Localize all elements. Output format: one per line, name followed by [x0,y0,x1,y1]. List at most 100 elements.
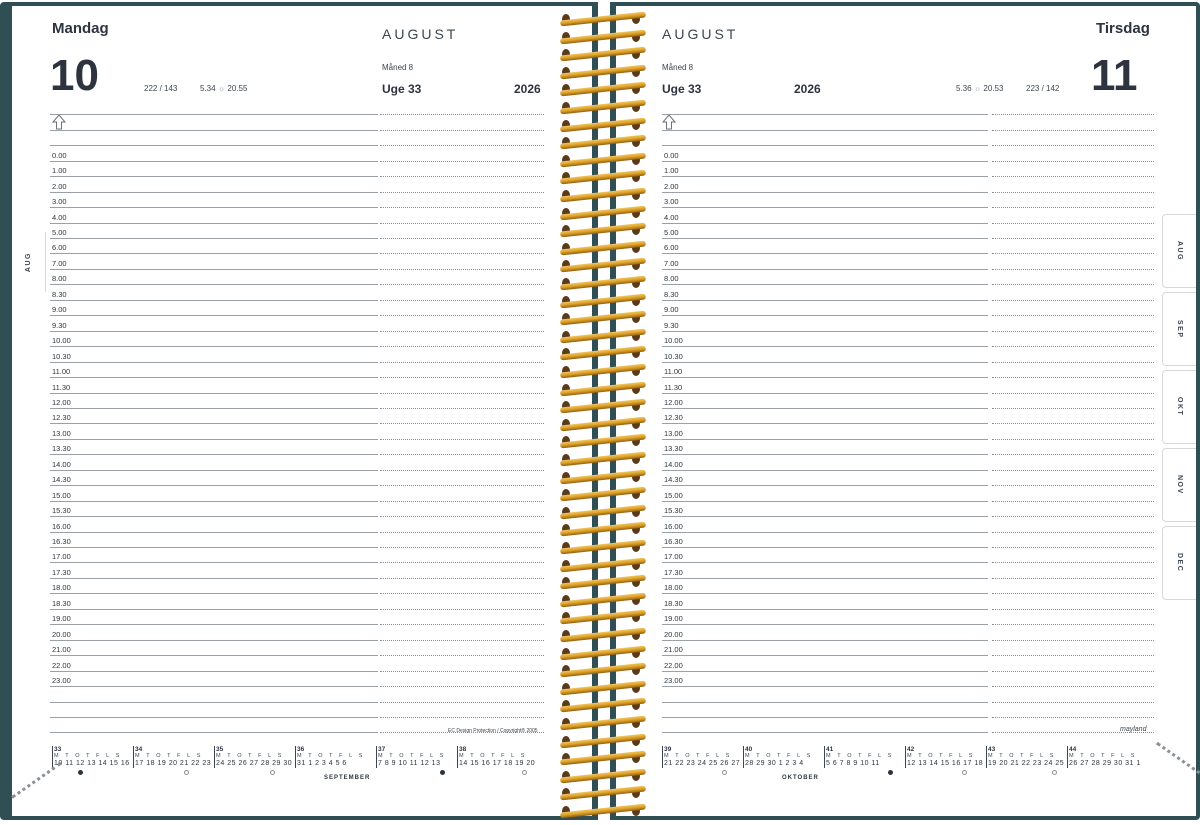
note-line[interactable] [380,409,544,425]
hour-line[interactable]: 13.00 [662,424,988,440]
hour-line[interactable] [662,131,988,147]
note-line[interactable] [380,115,544,131]
hour-line[interactable]: 18.00 [662,579,988,595]
tab-aug[interactable]: AUG [1162,214,1196,288]
hour-line[interactable]: 3.00 [50,193,378,209]
mini-dates[interactable]: 21 22 23 24 25 26 27 [664,760,740,767]
hour-line[interactable]: 18.00 [50,579,378,595]
note-line[interactable] [380,641,544,657]
note-line[interactable] [380,177,544,193]
note-line[interactable] [992,703,1154,718]
note-line[interactable] [380,285,544,301]
hour-line[interactable]: 14.00 [662,455,988,471]
note-line[interactable] [380,502,544,518]
mini-dates[interactable]: 7 8 9 10 11 12 13 [378,760,440,767]
note-line[interactable] [992,363,1154,379]
hour-line[interactable]: 18.30 [662,594,988,610]
hour-line[interactable]: 20.00 [50,625,378,641]
hour-line[interactable]: 9.30 [662,316,988,332]
hour-line[interactable]: 10.00 [50,332,378,348]
hour-line[interactable]: 15.30 [50,502,378,518]
note-line[interactable] [380,239,544,255]
note-line[interactable] [380,208,544,224]
hour-line[interactable]: 11.30 [50,378,378,394]
mini-dates[interactable]: 10 11 12 13 14 15 16 [54,760,130,767]
note-line[interactable] [992,656,1154,672]
note-line[interactable] [992,162,1154,178]
hour-line[interactable] [50,131,378,147]
hour-line[interactable]: 1.00 [50,162,378,178]
hour-line[interactable]: 17.00 [50,548,378,564]
note-line[interactable] [992,455,1154,471]
hour-line[interactable] [662,100,988,116]
hour-line[interactable]: 8.00 [662,270,988,286]
hour-line[interactable]: 2.00 [50,177,378,193]
note-line[interactable] [992,610,1154,626]
hour-line[interactable]: 7.00 [662,255,988,270]
mini-dates[interactable]: 26 27 28 29 30 31 1 [1069,760,1141,767]
hour-line[interactable] [50,115,378,131]
hour-line[interactable]: 21.00 [50,641,378,657]
note-line[interactable] [380,394,544,409]
hour-line[interactable] [662,115,988,131]
hour-line[interactable] [662,703,988,718]
hour-line[interactable]: 5.00 [50,224,378,240]
hour-line[interactable]: 16.00 [662,517,988,533]
hour-line[interactable] [662,687,988,703]
hour-line[interactable]: 9.30 [50,316,378,332]
note-line[interactable] [380,378,544,394]
hour-line[interactable]: 16.00 [50,517,378,533]
hour-line[interactable]: 19.00 [50,610,378,626]
hour-line[interactable]: 13.00 [50,424,378,440]
mini-dates[interactable]: 31 1 2 3 4 5 6 [297,760,347,767]
note-line[interactable] [992,641,1154,657]
note-line[interactable] [380,255,544,270]
hour-line[interactable]: 2.00 [662,177,988,193]
note-line[interactable] [992,285,1154,301]
hour-line[interactable] [50,718,378,734]
hour-line[interactable]: 10.00 [662,332,988,348]
note-line[interactable] [380,193,544,209]
note-line[interactable] [992,100,1154,116]
note-line[interactable] [380,162,544,178]
hour-line[interactable]: 12.30 [662,409,988,425]
hour-line[interactable]: 6.00 [662,239,988,255]
hour-line[interactable]: 23.00 [662,672,988,688]
note-line[interactable] [992,687,1154,703]
note-line[interactable] [992,177,1154,193]
hour-line[interactable]: 11.00 [662,363,988,379]
note-line[interactable] [380,548,544,564]
note-line[interactable] [992,394,1154,409]
note-line[interactable] [992,517,1154,533]
hour-line[interactable] [50,687,378,703]
hour-line[interactable]: 22.00 [50,656,378,672]
hour-line[interactable]: 16.30 [662,533,988,549]
note-line[interactable] [380,471,544,487]
tab-okt[interactable]: OKT [1162,370,1196,444]
hour-line[interactable]: 4.00 [662,208,988,224]
hour-line[interactable] [662,718,988,734]
note-line[interactable] [992,579,1154,595]
hour-line[interactable]: 23.00 [50,672,378,688]
note-line[interactable] [992,332,1154,348]
note-line[interactable] [992,424,1154,440]
note-line[interactable] [380,146,544,162]
tab-sep[interactable]: SEP [1162,292,1196,366]
note-line[interactable] [992,548,1154,564]
hour-line[interactable]: 9.00 [662,301,988,317]
note-line[interactable] [380,564,544,579]
hour-line[interactable]: 7.00 [50,255,378,270]
note-line[interactable] [992,224,1154,240]
note-line[interactable] [992,146,1154,162]
note-line[interactable] [992,378,1154,394]
note-line[interactable] [380,347,544,363]
hour-line[interactable]: 0.00 [50,146,378,162]
mini-dates[interactable]: 28 29 30 1 2 3 4 [745,760,804,767]
tab-nov[interactable]: NOV [1162,448,1196,522]
note-line[interactable] [992,347,1154,363]
mini-dates[interactable]: 14 15 16 17 18 19 20 [459,760,535,767]
note-line[interactable] [380,316,544,332]
hour-line[interactable]: 11.00 [50,363,378,379]
note-line[interactable] [380,594,544,610]
hour-line[interactable]: 11.30 [662,378,988,394]
